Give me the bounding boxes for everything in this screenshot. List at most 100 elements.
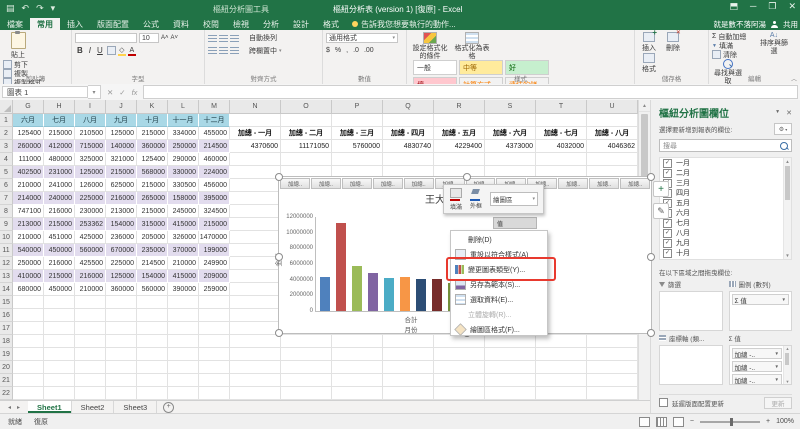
cell[interactable]: [536, 114, 587, 127]
row-header[interactable]: 13: [0, 270, 13, 283]
cell[interactable]: 140000: [106, 140, 137, 153]
number-format-select[interactable]: 通用格式 ▾: [326, 33, 398, 43]
cell[interactable]: 215000: [137, 179, 168, 192]
cell[interactable]: [44, 387, 75, 400]
cell[interactable]: [485, 348, 536, 361]
cell[interactable]: 216000: [75, 270, 106, 283]
cell[interactable]: [106, 296, 137, 309]
tab-分析[interactable]: 分析: [256, 18, 286, 30]
resize-handle[interactable]: [275, 329, 283, 337]
cell[interactable]: [332, 335, 383, 348]
cell[interactable]: [168, 374, 199, 387]
row-header[interactable]: 6: [0, 179, 13, 192]
name-box-dropdown-icon[interactable]: ▾: [88, 85, 101, 99]
cell[interactable]: 125400: [137, 153, 168, 166]
undo-icon[interactable]: ↶: [22, 3, 30, 14]
cell[interactable]: [434, 153, 485, 166]
cell[interactable]: 259000: [199, 283, 230, 296]
cell[interactable]: 215000: [199, 218, 230, 231]
page-break-view-icon[interactable]: [673, 417, 684, 427]
cell[interactable]: 412000: [44, 140, 75, 153]
cell[interactable]: 250000: [13, 257, 44, 270]
sheet-tab-Sheet2[interactable]: Sheet2: [72, 401, 115, 413]
cell[interactable]: [75, 387, 106, 400]
cell[interactable]: 215000: [44, 270, 75, 283]
field-checkbox-row[interactable]: ✓六月: [660, 208, 791, 218]
pivot-field-button[interactable]: 加總..: [558, 178, 588, 189]
qat-dropdown-icon[interactable]: ▾: [51, 3, 56, 14]
cell[interactable]: [281, 153, 332, 166]
cell[interactable]: 747100: [13, 205, 44, 218]
wrap-text-button[interactable]: 自動換列: [249, 33, 277, 43]
pill-dropdown-icon[interactable]: ▼: [775, 377, 779, 382]
tab-格式[interactable]: 格式: [316, 18, 346, 30]
cell[interactable]: 4229400: [434, 140, 485, 153]
cell[interactable]: 410000: [13, 270, 44, 283]
bold-button[interactable]: B: [76, 46, 84, 55]
cell[interactable]: 560000: [75, 244, 106, 257]
menu-item[interactable]: 選取資料(E)...: [451, 292, 547, 307]
row-header[interactable]: 15: [0, 296, 13, 309]
cell[interactable]: 253362: [75, 218, 106, 231]
align-right-icon[interactable]: [230, 47, 239, 54]
cell[interactable]: [230, 361, 281, 374]
resize-handle[interactable]: [647, 253, 655, 261]
cell[interactable]: 210000: [75, 283, 106, 296]
grow-font-button[interactable]: A˄: [161, 35, 169, 41]
cell[interactable]: [434, 374, 485, 387]
defer-layout-checkbox[interactable]: [659, 398, 668, 407]
pivot-field-button[interactable]: 加總..: [280, 178, 310, 189]
column-header-H[interactable]: H: [44, 100, 75, 113]
cell[interactable]: 216000: [106, 192, 137, 205]
cell[interactable]: 205000: [137, 231, 168, 244]
cell[interactable]: 326000: [168, 231, 199, 244]
cell[interactable]: 154000: [137, 270, 168, 283]
cell[interactable]: 126000: [75, 179, 106, 192]
pivot-field-button[interactable]: 加總..: [342, 178, 372, 189]
cell[interactable]: [44, 348, 75, 361]
cell[interactable]: 九月: [106, 114, 137, 127]
cell[interactable]: [230, 387, 281, 400]
cell[interactable]: [281, 361, 332, 374]
cell[interactable]: 210000: [168, 257, 199, 270]
cell[interactable]: [587, 387, 638, 400]
sheet-tab-Sheet1[interactable]: Sheet1: [28, 401, 72, 413]
cell[interactable]: 216000: [44, 205, 75, 218]
cell[interactable]: [383, 335, 434, 348]
cell[interactable]: 214500: [137, 257, 168, 270]
chart-bar-七月[interactable]: [416, 279, 426, 311]
cell[interactable]: [230, 322, 281, 335]
cell[interactable]: [75, 374, 106, 387]
cell[interactable]: 230000: [75, 205, 106, 218]
row-header[interactable]: 17: [0, 322, 13, 335]
align-top-icon[interactable]: [208, 35, 217, 42]
cell[interactable]: 560000: [137, 283, 168, 296]
cell[interactable]: [230, 166, 281, 179]
cell[interactable]: 11171050: [281, 140, 332, 153]
cell[interactable]: 670000: [106, 244, 137, 257]
enter-icon[interactable]: ✓: [119, 88, 125, 97]
pivot-field-button[interactable]: 加總..: [620, 178, 650, 189]
align-center-icon[interactable]: [219, 47, 228, 54]
font-name-select[interactable]: [75, 33, 137, 43]
cell[interactable]: [75, 361, 106, 374]
cell[interactable]: 十二月: [199, 114, 230, 127]
delete-cells-button[interactable]: 刪除: [662, 32, 684, 53]
row-header[interactable]: 2: [0, 127, 13, 140]
cell[interactable]: 402500: [13, 166, 44, 179]
cell[interactable]: 216000: [44, 257, 75, 270]
cell[interactable]: [536, 153, 587, 166]
cell[interactable]: 224000: [199, 166, 230, 179]
pivot-field-button[interactable]: 加總..: [404, 178, 434, 189]
row-header[interactable]: 3: [0, 140, 13, 153]
cell[interactable]: [199, 348, 230, 361]
share-button[interactable]: 共用: [783, 19, 798, 30]
underline-button[interactable]: U: [96, 46, 104, 55]
cell[interactable]: 4370600: [230, 140, 281, 153]
save-icon[interactable]: ▤: [6, 3, 15, 14]
cell[interactable]: [199, 296, 230, 309]
cell[interactable]: 210500: [75, 127, 106, 140]
field-checkbox-row[interactable]: ✓十月: [660, 248, 791, 258]
cell[interactable]: 425500: [75, 257, 106, 270]
pane-close-icon[interactable]: ✕: [786, 109, 792, 117]
